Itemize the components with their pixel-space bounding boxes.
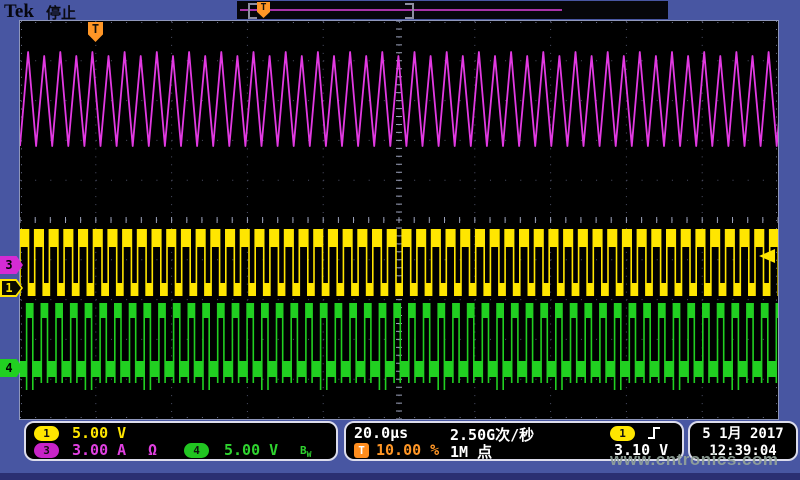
channel-readout-panel[interactable]: 1 5.00 V 3 3.00 A Ω 4 5.00 V BW <box>24 421 338 461</box>
ch3-coupling-symbol: Ω <box>148 441 157 459</box>
ch3-scale-readout: 3.00 A <box>72 441 126 459</box>
bottom-border-strip <box>0 473 800 480</box>
waveform-canvas <box>20 21 778 419</box>
trigger-position-icon[interactable]: T <box>257 2 270 18</box>
record-length-readout: 1M 点 <box>450 441 492 462</box>
waveform-display <box>20 21 778 419</box>
ch1-scale-readout: 5.00 V <box>72 424 126 442</box>
trigger-position-badge[interactable]: T <box>354 443 369 458</box>
rising-edge-icon <box>646 425 662 441</box>
ch1-badge[interactable]: 1 <box>34 426 59 441</box>
watermark-text: www.cntronics.com <box>610 450 778 470</box>
ch4-scale-readout: 5.00 V <box>224 441 278 459</box>
window-bracket-left-icon <box>248 3 257 19</box>
trigger-position-readout: 10.00 % <box>376 441 439 459</box>
timebase-readout: 20.0µs <box>354 424 408 442</box>
trigger-source-badge[interactable]: 1 <box>610 426 635 441</box>
ch3-badge[interactable]: 3 <box>34 443 59 458</box>
record-view-bar[interactable]: T <box>237 1 668 19</box>
tek-logo: Tek <box>4 1 34 23</box>
ch4-bandwidth-icon: BW <box>300 444 311 459</box>
window-bracket-right-icon <box>405 3 414 19</box>
ch4-badge[interactable]: 4 <box>184 443 209 458</box>
date-readout: 5 1月 2017 <box>702 423 783 443</box>
oscilloscope-screen: Tek 停止 T T 3 1 4 1 5.00 V 3 3.00 A Ω 4 5… <box>0 0 800 480</box>
record-waveform-line <box>240 9 562 11</box>
acquisition-status: 停止 <box>46 2 76 23</box>
